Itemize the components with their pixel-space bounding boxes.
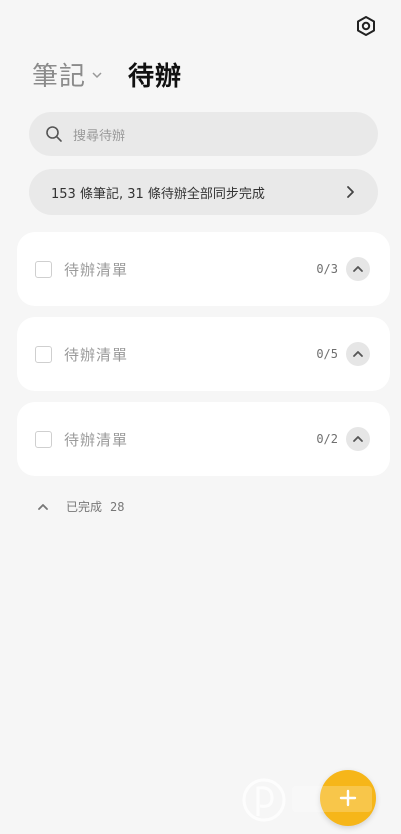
header-tabs: 筆記 待辦 (32, 56, 182, 93)
search-placeholder: 搜尋待辦 (73, 128, 126, 144)
sync-status-text: 153 條筆記, 31 條待辦全部同步完成 (51, 186, 265, 202)
sync-status-bar[interactable]: 153 條筆記, 31 條待辦全部同步完成 (29, 169, 378, 215)
collapse-button[interactable] (346, 257, 370, 281)
chevron-up-icon (38, 503, 48, 510)
todo-list-checkbox[interactable] (35, 430, 52, 448)
search-bar[interactable]: 搜尋待辦 (29, 112, 378, 156)
todo-screen: 筆記 待辦 搜尋待辦 153 條筆記, 31 條待辦全部同步完成 待辦清單 0/… (0, 0, 401, 834)
tab-todos[interactable]: 待辦 (128, 56, 182, 93)
completed-count: 28 (110, 499, 125, 514)
completed-section-toggle[interactable]: 已完成 28 (36, 498, 124, 515)
settings-button[interactable] (354, 14, 378, 38)
chevron-up-icon (353, 266, 363, 272)
todo-list-title: 待辦清單 (64, 430, 129, 449)
todo-list-title: 待辦清單 (64, 260, 129, 279)
chevron-up-icon (353, 351, 363, 357)
todo-list-count: 0/5 (316, 347, 338, 361)
collapse-button[interactable] (346, 427, 370, 451)
add-todo-button[interactable] (320, 770, 376, 826)
todo-list-count: 0/2 (316, 432, 338, 446)
todo-list-card[interactable]: 待辦清單 0/2 (17, 402, 390, 476)
chevron-right-icon (347, 186, 354, 198)
todo-list-checkbox[interactable] (35, 260, 52, 278)
search-icon (46, 126, 62, 142)
todo-list-card[interactable]: 待辦清單 0/5 (17, 317, 390, 391)
collapse-button[interactable] (346, 342, 370, 366)
tab-notes[interactable]: 筆記 (32, 56, 86, 93)
settings-icon (357, 16, 375, 36)
completed-label: 已完成 (66, 500, 103, 514)
add-icon (339, 789, 357, 807)
todo-list-checkbox[interactable] (35, 345, 52, 363)
todo-list-title: 待辦清單 (64, 345, 129, 364)
chevron-down-icon[interactable] (92, 70, 102, 80)
todo-list-count: 0/3 (316, 262, 338, 276)
todo-list-card[interactable]: 待辦清單 0/3 (17, 232, 390, 306)
chevron-up-icon (353, 436, 363, 442)
